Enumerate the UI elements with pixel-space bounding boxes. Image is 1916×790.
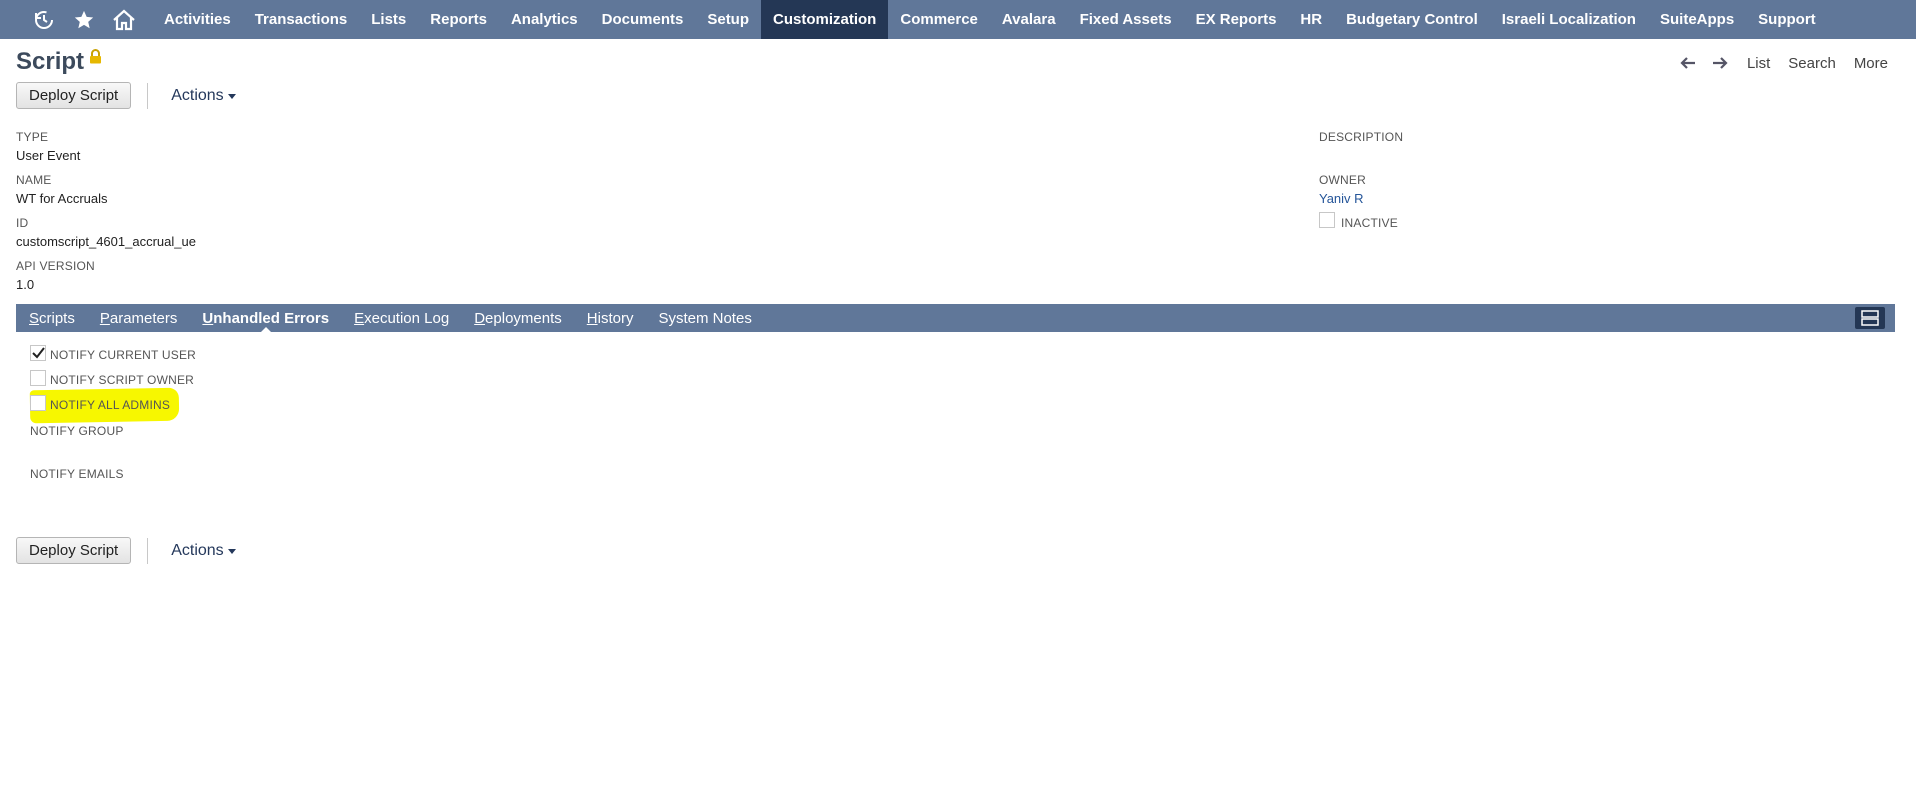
inactive-checkbox[interactable]	[1319, 212, 1335, 228]
tab-parameters[interactable]: Parameters	[100, 310, 178, 327]
deploy-script-button[interactable]: Deploy Script	[16, 82, 132, 109]
nav-item-budgetary-control[interactable]: Budgetary Control	[1334, 0, 1490, 39]
bottom-button-row: Deploy Script Actions	[16, 537, 236, 564]
nav-item-transactions[interactable]: Transactions	[243, 0, 360, 39]
checkmark-icon	[31, 346, 45, 359]
nav-item-analytics[interactable]: Analytics	[499, 0, 590, 39]
nav-item-activities[interactable]: Activities	[152, 0, 243, 39]
owner-link[interactable]: Yaniv R	[1319, 191, 1366, 206]
nav-item-reports[interactable]: Reports	[418, 0, 499, 39]
nav-item-suiteapps[interactable]: SuiteApps	[1648, 0, 1746, 39]
layout-toggle-button[interactable]	[1855, 307, 1885, 329]
nav-item-israeli-localization[interactable]: Israeli Localization	[1490, 0, 1648, 39]
nav-item-lists[interactable]: Lists	[359, 0, 418, 39]
nav-item-documents[interactable]: Documents	[590, 0, 696, 39]
nav-item-commerce[interactable]: Commerce	[888, 0, 990, 39]
id-field: ID customscript_4601_accrual_ue	[16, 216, 196, 249]
name-field: NAME WT for Accruals	[16, 173, 108, 206]
caret-down-icon	[227, 94, 236, 99]
nav-item-ex-reports[interactable]: EX Reports	[1184, 0, 1289, 39]
nav-item-customization[interactable]: Customization	[761, 0, 889, 39]
type-field: TYPE User Event	[16, 130, 81, 163]
notify-script-owner-field: NOTIFY SCRIPT OWNER	[30, 368, 194, 387]
home-icon[interactable]	[104, 0, 144, 39]
nav-item-support[interactable]: Support	[1746, 0, 1828, 39]
page-title: Script	[16, 48, 102, 76]
nav-item-setup[interactable]: Setup	[695, 0, 761, 39]
tab-deployments[interactable]: Deployments	[474, 310, 562, 327]
top-nav: Activities Transactions Lists Reports Analyt…	[0, 0, 1916, 39]
tab-system-notes[interactable]: System Notes	[658, 310, 751, 327]
divider	[147, 537, 149, 564]
notify-current-user-checkbox[interactable]	[30, 344, 46, 361]
tab-execution-log[interactable]: Execution Log	[354, 310, 449, 327]
subtab-bar: Scripts Parameters Unhandled Errors Executi…	[16, 304, 1895, 332]
actions-menu[interactable]: Actions	[171, 87, 236, 105]
star-icon[interactable]	[64, 0, 104, 39]
caret-down-icon	[227, 549, 236, 554]
notify-emails-label: NOTIFY EMAILS	[30, 467, 124, 481]
notify-all-admins-field: NOTIFY ALL ADMINS	[30, 393, 170, 412]
nav-item-hr[interactable]: HR	[1288, 0, 1334, 39]
top-button-row: Deploy Script Actions	[16, 82, 236, 109]
record-navigation: List Search More	[1667, 54, 1888, 72]
divider	[147, 82, 149, 109]
owner-field: OWNER Yaniv R	[1319, 173, 1366, 206]
inactive-field: INACTIVE	[1319, 210, 1398, 230]
notify-group-label: NOTIFY GROUP	[30, 424, 124, 438]
deploy-script-button-bottom[interactable]: Deploy Script	[16, 537, 132, 564]
notify-all-admins-checkbox[interactable]	[30, 394, 46, 411]
actions-menu-bottom[interactable]: Actions	[171, 542, 236, 560]
recent-icon[interactable]	[24, 0, 64, 39]
tab-scripts[interactable]: Scripts	[29, 310, 75, 327]
next-record-icon[interactable]	[1709, 54, 1731, 72]
previous-record-icon[interactable]	[1677, 54, 1699, 72]
nav-item-avalara[interactable]: Avalara	[990, 0, 1068, 39]
tab-history[interactable]: History	[587, 310, 634, 327]
notify-script-owner-checkbox[interactable]	[30, 369, 46, 386]
layout-icon	[1861, 310, 1879, 326]
tab-unhandled-errors[interactable]: Unhandled Errors	[202, 310, 329, 327]
lock-icon	[89, 43, 102, 71]
api-version-field: API VERSION 1.0	[16, 259, 95, 292]
nav-item-fixed-assets[interactable]: Fixed Assets	[1068, 0, 1184, 39]
notify-current-user-field: NOTIFY CURRENT USER	[30, 343, 196, 362]
description-field: DESCRIPTION	[1319, 130, 1404, 144]
search-link[interactable]: Search	[1788, 55, 1836, 72]
list-link[interactable]: List	[1747, 55, 1770, 72]
more-link[interactable]: More	[1854, 55, 1888, 72]
